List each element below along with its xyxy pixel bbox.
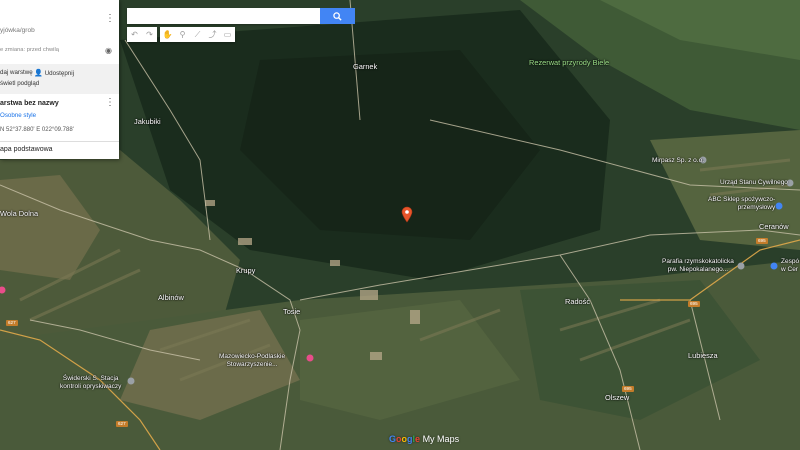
poi-mirpasz[interactable]: Mirpasz Sp. z o.o.	[652, 157, 704, 165]
last-change-text: e zmiana: przed chwilą	[0, 47, 59, 53]
map-title[interactable]: yjówka/grob	[0, 27, 35, 34]
undo-icon[interactable]: ↶	[127, 27, 142, 42]
search-button[interactable]	[320, 8, 355, 24]
draw-line-icon[interactable]: ⟋	[190, 27, 205, 42]
label-ceranow: Ceranów	[759, 222, 789, 231]
road-number: 695	[622, 386, 634, 392]
poi-zespol[interactable]: Zespó w Cer	[781, 258, 799, 274]
search-input[interactable]	[127, 8, 320, 24]
divider	[0, 141, 119, 142]
road-number: 627	[6, 320, 18, 326]
label-krupy: Krupy	[236, 266, 256, 275]
label-albinow: Albinów	[158, 293, 184, 302]
poi-abc[interactable]: ABC Sklep spożywczo- przemysłowy	[708, 196, 775, 212]
layer-options-icon[interactable]: ⋮	[105, 98, 115, 108]
poi-mazowiecko[interactable]: Mazowiecko-Podlaskie Stowarzyszenie...	[219, 353, 285, 369]
label-olszew: Olszew	[605, 393, 630, 402]
preview-button[interactable]: świetl podgląd	[0, 80, 39, 87]
road-number: 695	[688, 301, 700, 307]
google-mymaps-logo: Google My Maps	[389, 434, 460, 444]
share-button[interactable]: 👤 Udostępnij	[34, 69, 74, 77]
base-map-toggle[interactable]: apa podstawowa	[0, 146, 53, 153]
share-label: Udostępnij	[44, 70, 74, 77]
undo-redo-group: ↶ ↷	[127, 27, 157, 42]
ruler-icon[interactable]: ▭	[220, 27, 235, 42]
add-marker-icon[interactable]: ⚲	[175, 27, 190, 42]
label-wola-dolna: Wola Dolna	[0, 209, 39, 218]
road-number: 695	[756, 238, 768, 244]
coordinates-item[interactable]: N 52°37.880' E 022°09.788'	[0, 127, 74, 133]
poi-parafia[interactable]: Parafia rzymskokatolicka pw. Niepokalane…	[662, 258, 734, 274]
drawing-toolbar: ↶ ↷ ✋ ⚲ ⟋ ⤴ ▭	[127, 27, 238, 42]
label-lubiesza: Lubiesza	[688, 351, 718, 360]
mymaps-text: My Maps	[422, 434, 460, 444]
label-jakubiki: Jakubiki	[134, 117, 161, 126]
label-tosie: Tosie	[283, 307, 301, 316]
label-rezerwat: Rezerwat przyrody Biele	[529, 58, 610, 67]
layers-panel: yjówka/grob ⋮ e zmiana: przed chwilą ◉ d…	[0, 0, 119, 159]
more-options-icon[interactable]: ⋮	[105, 14, 115, 24]
directions-icon[interactable]: ⤴	[205, 27, 220, 42]
hand-icon[interactable]: ✋	[160, 27, 175, 42]
add-person-icon: 👤	[34, 70, 43, 77]
poi-urzad[interactable]: Urząd Stanu Cywilnego	[720, 179, 788, 187]
redo-icon[interactable]: ↷	[142, 27, 157, 42]
label-radosc: Radość	[565, 297, 591, 306]
layer-name[interactable]: arstwa bez nazwy	[0, 100, 59, 107]
panel-actions: daj warstwę 👤 Udostępnij świetl podgląd	[0, 64, 119, 94]
poi-swiderski[interactable]: Świderski S. Stacja kontroli opryskiwacz…	[60, 375, 121, 391]
search-icon	[333, 11, 342, 21]
add-layer-button[interactable]: daj warstwę	[0, 69, 33, 76]
visibility-icon[interactable]: ◉	[105, 46, 112, 55]
label-garnek: Garnek	[353, 62, 378, 71]
tools-group: ✋ ⚲ ⟋ ⤴ ▭	[160, 27, 235, 42]
road-number: 627	[116, 421, 128, 427]
style-link[interactable]: Osobne style	[0, 112, 36, 119]
